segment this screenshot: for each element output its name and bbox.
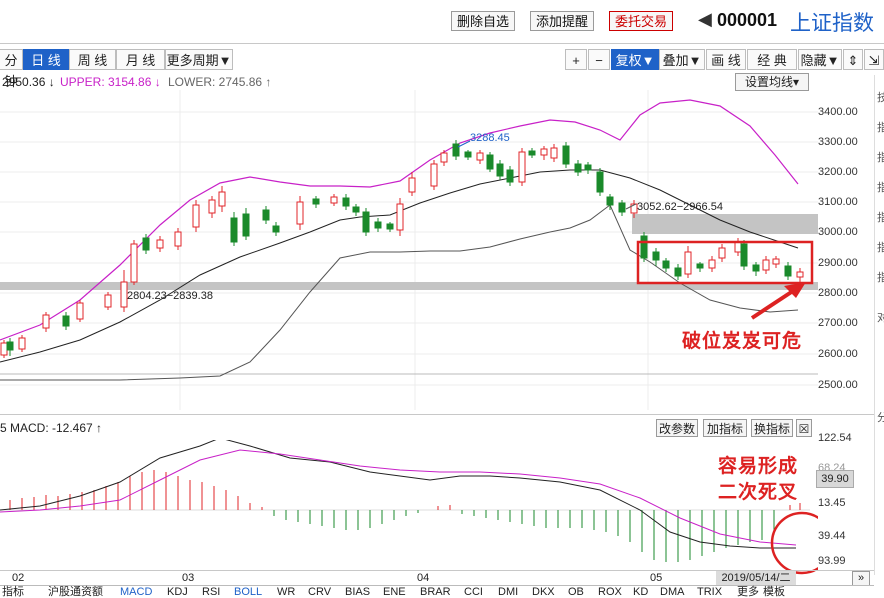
month-label: 02 <box>12 572 25 584</box>
tab-more-periods[interactable]: 更多周期▼ <box>165 49 233 70</box>
add-indicator-button[interactable]: 加指标 <box>703 419 747 437</box>
tab-daily[interactable]: 日 线 <box>23 49 69 70</box>
zoom-out-button[interactable]: − <box>588 49 610 70</box>
overlay-dropdown[interactable]: 叠加▼ <box>659 49 705 70</box>
month-label: 03 <box>182 572 195 584</box>
tab-crv[interactable]: CRV <box>308 586 331 598</box>
tab-kdj[interactable]: KDJ <box>167 586 188 598</box>
price-tick: 3300.00 <box>818 136 858 148</box>
sidebar-tech-label[interactable]: 技 <box>877 89 884 105</box>
header-divider <box>0 43 884 44</box>
breakdown-annotation: 破位岌岌可危 <box>682 331 803 352</box>
sidebar-index-label[interactable]: 指 <box>877 269 884 285</box>
tab-roc[interactable]: ROX <box>598 586 622 598</box>
tab-dkx[interactable]: DKX <box>532 586 555 598</box>
price-tick: 2500.00 <box>818 379 858 391</box>
price-tick: 2800.00 <box>818 287 858 299</box>
set-ma-button[interactable]: 设置均线▾ <box>735 73 809 91</box>
hide-dropdown[interactable]: 隐藏▼ <box>798 49 842 70</box>
death-cross-circle <box>770 511 818 575</box>
delete-favorite-button[interactable]: 删除自选 <box>451 11 515 31</box>
prev-stock-icon[interactable]: ◀ <box>698 9 712 30</box>
stock-code: 000001 <box>717 10 778 30</box>
expand-icon[interactable]: ⇕ <box>843 49 863 70</box>
tab-ene[interactable]: ENE <box>383 586 406 598</box>
gap-high-label: 3052.62−2966.54 <box>637 201 723 213</box>
fullscreen-icon[interactable]: ⇲ <box>864 49 884 70</box>
classic-button[interactable]: 经 典 <box>747 49 797 70</box>
sidebar-compare-label[interactable]: 对 <box>877 309 884 325</box>
stock-name: 上证指数 <box>790 12 874 35</box>
macd-title: 5 MACD: -12.467 ↑ <box>0 421 103 435</box>
tab-bias[interactable]: BIAS <box>345 586 370 598</box>
sidebar-index-label[interactable]: 指 <box>877 239 884 255</box>
macd-chart <box>0 440 818 575</box>
draw-line-button[interactable]: 画 线 <box>706 49 746 70</box>
price-tick: 3400.00 <box>818 106 858 118</box>
tab-kd[interactable]: KD <box>633 586 648 598</box>
cross-annotation-line1: 容易形成 <box>718 456 799 477</box>
switch-indicator-button[interactable]: 换指标 <box>751 419 793 437</box>
macd-current-value: 39.90 <box>816 470 854 488</box>
macd-tick: 93.99 <box>818 555 846 567</box>
cross-annotation-line2: 二次死叉 <box>718 482 799 503</box>
candlestick-chart <box>0 90 818 410</box>
tab-monthly[interactable]: 月 线 <box>116 49 165 70</box>
boll-lower-value: LOWER: 2745.86 ↑ <box>168 75 272 89</box>
macd-tick: 122.54 <box>818 432 852 444</box>
sidebar-index-label[interactable]: 指 <box>877 119 884 135</box>
price-tick: 3000.00 <box>818 226 858 238</box>
tab-more[interactable]: 更多 <box>737 586 759 598</box>
sidebar-index-label[interactable]: 指 <box>877 209 884 225</box>
tab-weekly[interactable]: 周 线 <box>69 49 116 70</box>
macd-tick: 39.44 <box>818 530 846 542</box>
price-tick: 2900.00 <box>818 257 858 269</box>
tab-dmi[interactable]: DMI <box>498 586 518 598</box>
add-alert-button[interactable]: 添加提醒 <box>530 11 594 31</box>
gap-zone-high <box>632 214 818 234</box>
macd-divider <box>0 414 874 415</box>
price-tick: 3200.00 <box>818 166 858 178</box>
month-label: 05 <box>650 572 663 584</box>
gap-low-label: 2804.23−2839.38 <box>127 290 213 302</box>
macd-green-bars <box>273 510 775 562</box>
tab-macd[interactable]: MACD <box>120 586 152 598</box>
order-trade-button[interactable]: 委托交易 <box>609 11 673 31</box>
tab-trix[interactable]: TRIX <box>697 586 722 598</box>
macd-dif-line <box>0 440 796 549</box>
macd-tick: 13.45 <box>818 497 846 509</box>
macd-dea-line <box>0 449 797 546</box>
close-icon[interactable]: ☒ <box>796 419 812 437</box>
price-tick: 2700.00 <box>818 317 858 329</box>
tab-wr[interactable]: WR <box>277 586 295 598</box>
scroll-right-button[interactable]: » <box>852 571 870 586</box>
tab-minute[interactable]: 分钟 <box>0 49 23 89</box>
tab-boll[interactable]: BOLL <box>234 586 262 598</box>
current-date: 2019/05/14/二 <box>716 571 796 585</box>
tab-indicator[interactable]: 指标 <box>2 586 24 598</box>
tab-dma[interactable]: DMA <box>660 586 684 598</box>
tab-obv[interactable]: OB <box>568 586 584 598</box>
boll-mid-value: 2950.36 ↓ <box>2 75 55 89</box>
adjust-rights-dropdown[interactable]: 复权▼ <box>611 49 659 70</box>
peak-label: 3288.45 <box>470 132 510 144</box>
right-sidebar: 技 指 指 指 指 指 指 对 分 <box>874 75 884 575</box>
sidebar-split-label[interactable]: 分 <box>877 409 884 425</box>
tab-cci[interactable]: CCI <box>464 586 483 598</box>
price-tick: 3100.00 <box>818 196 858 208</box>
tab-hk-connect[interactable]: 沪股通资额 <box>48 586 103 598</box>
tab-template[interactable]: 模板 <box>763 586 785 598</box>
sidebar-index-label[interactable]: 指 <box>877 179 884 195</box>
tab-brar[interactable]: BRAR <box>420 586 451 598</box>
month-label: 04 <box>417 572 430 584</box>
macd-red-bars <box>9 470 801 510</box>
zoom-in-button[interactable]: + <box>565 49 587 70</box>
boll-upper-value: UPPER: 3154.86 ↓ <box>60 75 161 89</box>
sidebar-index-label[interactable]: 指 <box>877 149 884 165</box>
price-tick: 2600.00 <box>818 348 858 360</box>
tab-rsi[interactable]: RSI <box>202 586 220 598</box>
edit-params-button[interactable]: 改参数 <box>656 419 698 437</box>
